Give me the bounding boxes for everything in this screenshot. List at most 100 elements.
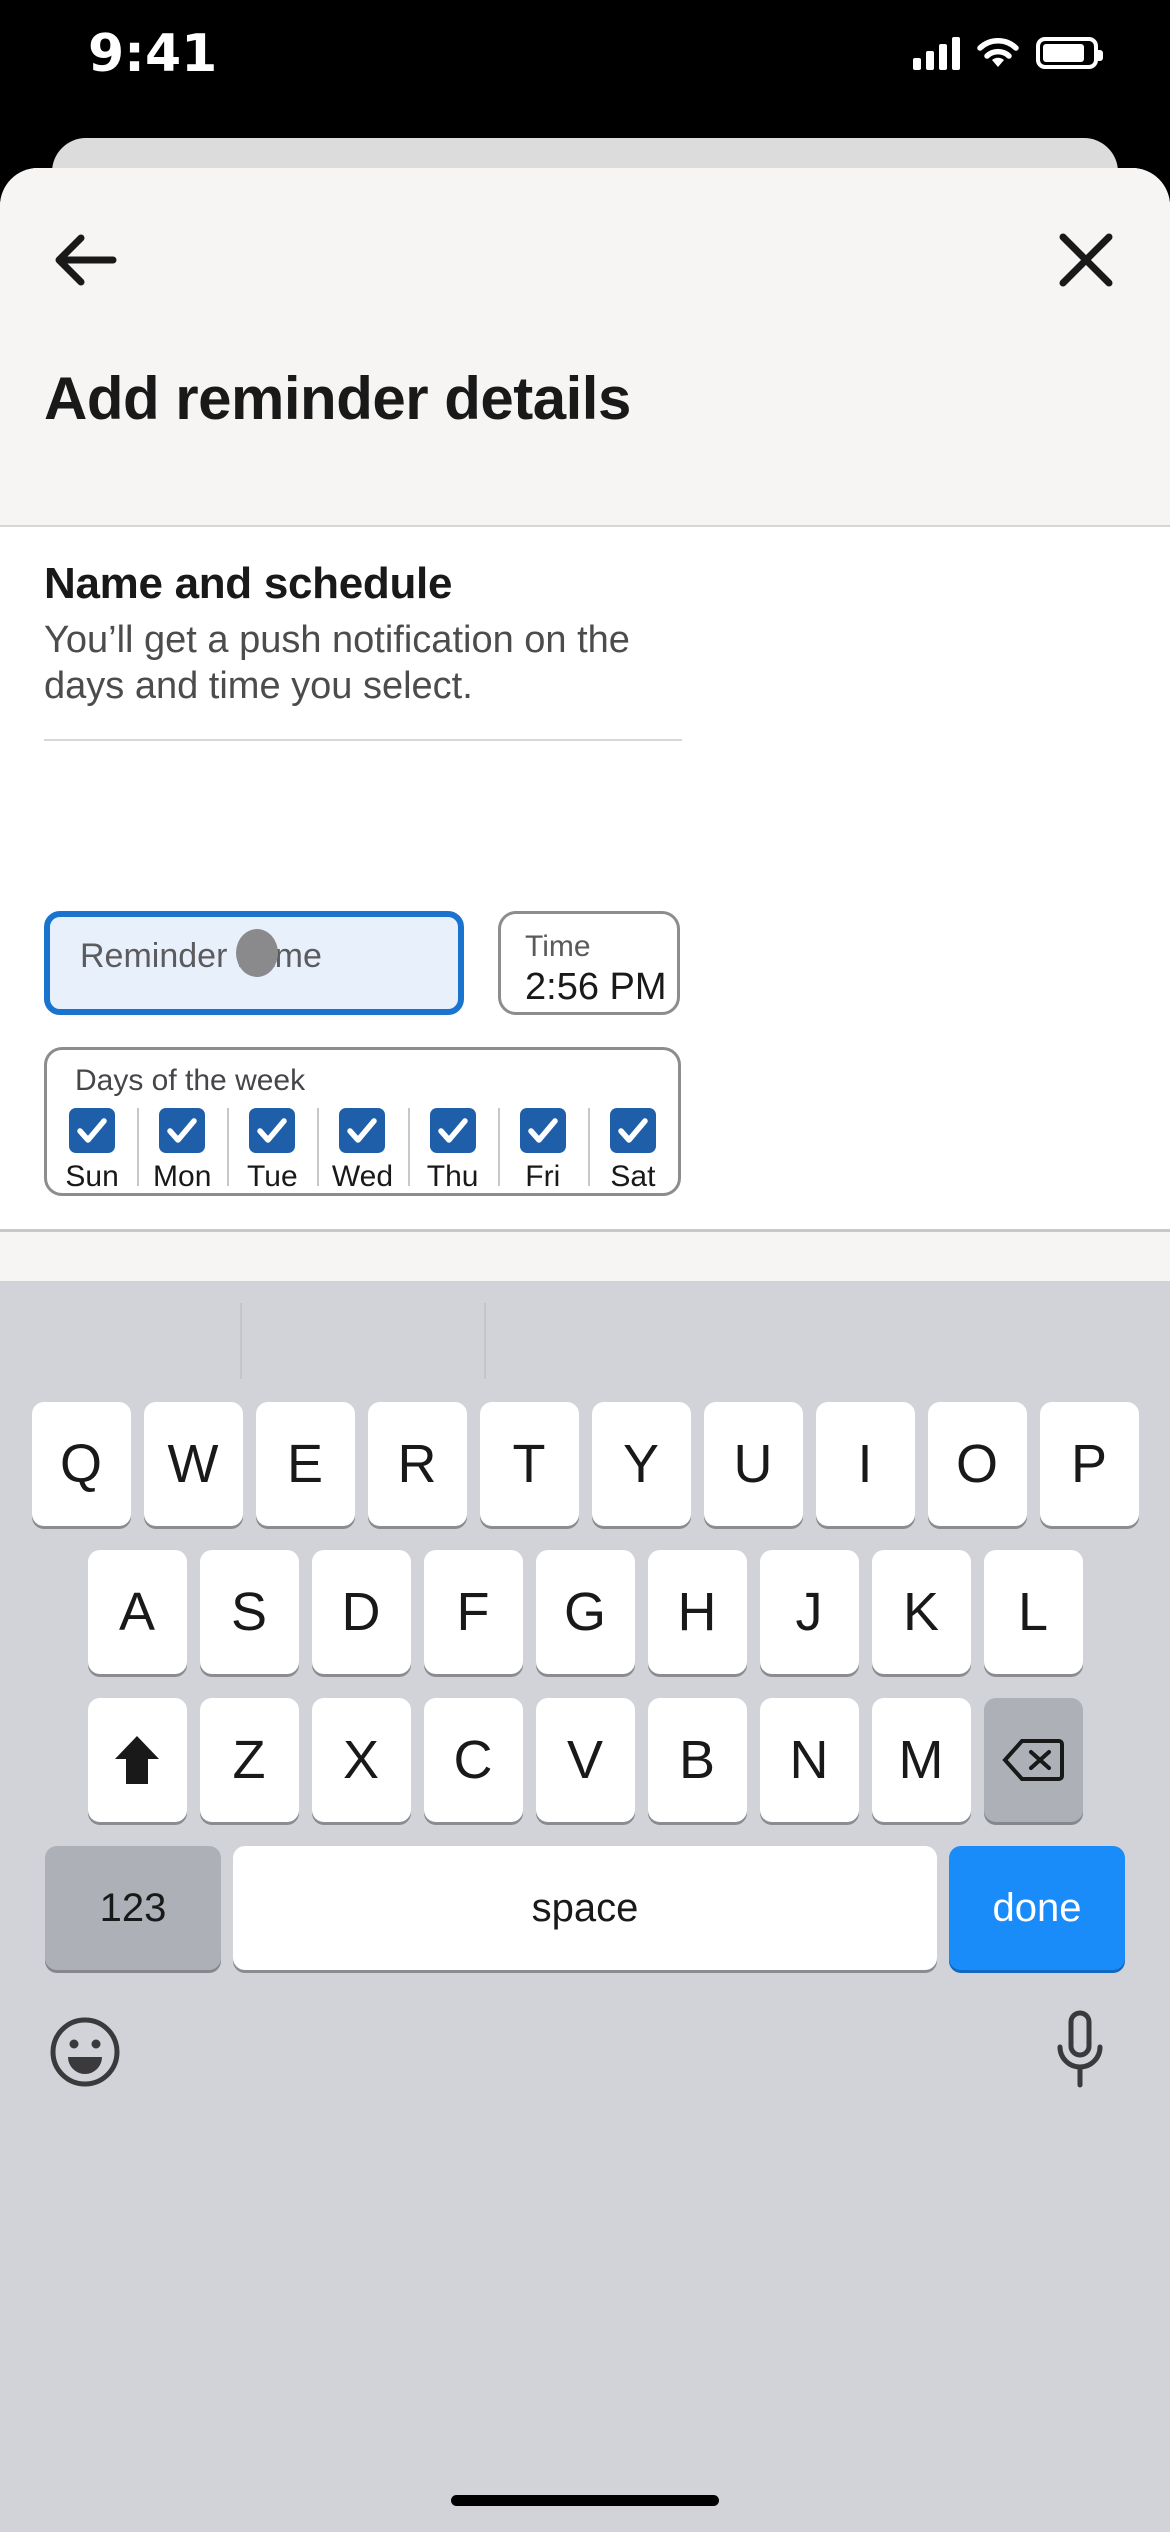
days-of-week-row: Sun Mon Tue Wed Thu Fri Sat bbox=[47, 1106, 678, 1194]
key-f[interactable]: F bbox=[423, 1550, 523, 1674]
days-of-week-field: Days of the week Sun Mon Tue Wed Thu Fri… bbox=[44, 1047, 681, 1196]
day-toggle-fri[interactable]: Fri bbox=[497, 1106, 588, 1194]
close-x-icon bbox=[1059, 233, 1113, 287]
day-toggle-sat[interactable]: Sat bbox=[587, 1106, 678, 1194]
day-toggle-wed[interactable]: Wed bbox=[317, 1106, 407, 1194]
day-label-sun: Sun bbox=[65, 1160, 119, 1193]
key-o[interactable]: O bbox=[927, 1402, 1027, 1526]
day-toggle-mon[interactable]: Mon bbox=[137, 1106, 227, 1194]
key-t[interactable]: T bbox=[479, 1402, 579, 1526]
key-b[interactable]: B bbox=[647, 1698, 747, 1822]
day-label-mon: Mon bbox=[153, 1160, 212, 1193]
backspace-key[interactable] bbox=[983, 1698, 1083, 1822]
backspace-icon bbox=[1002, 1739, 1064, 1781]
checkbox-mon[interactable] bbox=[159, 1108, 206, 1153]
key-d[interactable]: D bbox=[311, 1550, 411, 1674]
key-l[interactable]: L bbox=[983, 1550, 1083, 1674]
key-w[interactable]: W bbox=[143, 1402, 243, 1526]
time-field-value: 2:56 PM bbox=[525, 966, 667, 1008]
key-u[interactable]: U bbox=[703, 1402, 803, 1526]
key-k[interactable]: K bbox=[871, 1550, 971, 1674]
key-c[interactable]: C bbox=[423, 1698, 523, 1822]
key-v[interactable]: V bbox=[535, 1698, 635, 1822]
key-s[interactable]: S bbox=[199, 1550, 299, 1674]
key-r[interactable]: R bbox=[367, 1402, 467, 1526]
touch-cursor-indicator bbox=[236, 929, 278, 977]
check-icon bbox=[77, 1117, 107, 1143]
done-key[interactable]: done bbox=[949, 1846, 1125, 1970]
checkbox-sat[interactable] bbox=[609, 1108, 656, 1153]
check-icon bbox=[347, 1117, 378, 1143]
checkbox-thu[interactable] bbox=[429, 1108, 476, 1153]
day-label-wed: Wed bbox=[331, 1160, 394, 1193]
check-icon bbox=[618, 1117, 648, 1143]
checkbox-fri[interactable] bbox=[519, 1108, 566, 1153]
status-indicators bbox=[913, 36, 1103, 70]
close-button[interactable] bbox=[1044, 218, 1128, 302]
check-icon bbox=[528, 1117, 558, 1143]
day-toggle-thu[interactable]: Thu bbox=[407, 1106, 498, 1194]
reminder-name-input[interactable]: Reminder name bbox=[44, 911, 464, 1015]
cellular-signal-icon bbox=[913, 36, 960, 70]
day-label-thu: Thu bbox=[426, 1160, 479, 1193]
day-label-fri: Fri bbox=[525, 1160, 561, 1193]
time-field-label: Time bbox=[525, 930, 591, 963]
key-q[interactable]: Q bbox=[31, 1402, 131, 1526]
wifi-icon bbox=[977, 38, 1019, 67]
check-icon bbox=[437, 1117, 468, 1143]
keyboard-row-4: 123 space done bbox=[0, 1845, 1170, 1971]
emoji-smiley-icon bbox=[50, 2017, 120, 2087]
day-toggle-sun[interactable]: Sun bbox=[47, 1106, 137, 1194]
microphone-icon bbox=[1057, 2010, 1103, 2088]
section-description: You’ll get a push notification on the da… bbox=[44, 619, 630, 708]
space-key[interactable]: space bbox=[233, 1846, 937, 1970]
shift-key[interactable] bbox=[87, 1698, 187, 1822]
day-label-sat: Sat bbox=[610, 1160, 656, 1193]
key-m[interactable]: M bbox=[871, 1698, 971, 1822]
back-arrow-icon bbox=[55, 234, 117, 286]
key-e[interactable]: E bbox=[255, 1402, 355, 1526]
key-p[interactable]: P bbox=[1039, 1402, 1139, 1526]
predictive-bar[interactable] bbox=[0, 1281, 1170, 1401]
status-bar: 9:41 bbox=[0, 0, 1170, 118]
phone-screen: 9:41 Add reminder details Name and sched… bbox=[0, 0, 1170, 2532]
checkbox-wed[interactable] bbox=[339, 1108, 386, 1153]
key-a[interactable]: A bbox=[87, 1550, 187, 1674]
key-g[interactable]: G bbox=[535, 1550, 635, 1674]
reminder-details-sheet: Add reminder details Name and schedule Y… bbox=[0, 168, 1170, 2532]
emoji-button[interactable] bbox=[48, 2015, 122, 2094]
name-and-time-row: Reminder name Time 2:56 PM bbox=[44, 911, 1126, 1023]
battery-icon bbox=[1036, 37, 1103, 69]
key-i[interactable]: I bbox=[815, 1402, 915, 1526]
keyboard-row-1: Q W E R T Y U I O P bbox=[0, 1401, 1170, 1527]
toolbar-strip bbox=[0, 1229, 1170, 1285]
keyboard-row-3: Z X C V B N M bbox=[0, 1697, 1170, 1823]
sheet-header: Add reminder details bbox=[0, 168, 1170, 527]
key-j[interactable]: J bbox=[759, 1550, 859, 1674]
key-y[interactable]: Y bbox=[591, 1402, 691, 1526]
page-title: Add reminder details bbox=[44, 365, 631, 432]
back-button[interactable] bbox=[42, 218, 126, 302]
home-indicator bbox=[451, 2495, 719, 2506]
on-screen-keyboard: Q W E R T Y U I O P A S D F G H J K L Z … bbox=[0, 1281, 1170, 2532]
key-z[interactable]: Z bbox=[199, 1698, 299, 1822]
status-time: 9:41 bbox=[88, 24, 218, 84]
time-field[interactable]: Time 2:56 PM bbox=[498, 911, 680, 1015]
checkbox-sun[interactable] bbox=[69, 1108, 116, 1153]
checkbox-tue[interactable] bbox=[249, 1108, 296, 1153]
dictation-button[interactable] bbox=[1052, 2009, 1108, 2098]
days-of-week-label: Days of the week bbox=[75, 1064, 306, 1097]
day-label-tue: Tue bbox=[247, 1160, 298, 1193]
shift-arrow-icon bbox=[115, 1736, 159, 1784]
section-title: Name and schedule bbox=[44, 559, 453, 608]
numeric-key[interactable]: 123 bbox=[45, 1846, 221, 1970]
key-n[interactable]: N bbox=[759, 1698, 859, 1822]
check-icon bbox=[257, 1117, 288, 1143]
check-icon bbox=[167, 1117, 197, 1143]
predictive-divider bbox=[484, 1303, 486, 1379]
divider bbox=[44, 739, 682, 741]
day-toggle-tue[interactable]: Tue bbox=[227, 1106, 317, 1194]
key-h[interactable]: H bbox=[647, 1550, 747, 1674]
reminder-name-placeholder: Reminder name bbox=[80, 937, 322, 975]
key-x[interactable]: X bbox=[311, 1698, 411, 1822]
